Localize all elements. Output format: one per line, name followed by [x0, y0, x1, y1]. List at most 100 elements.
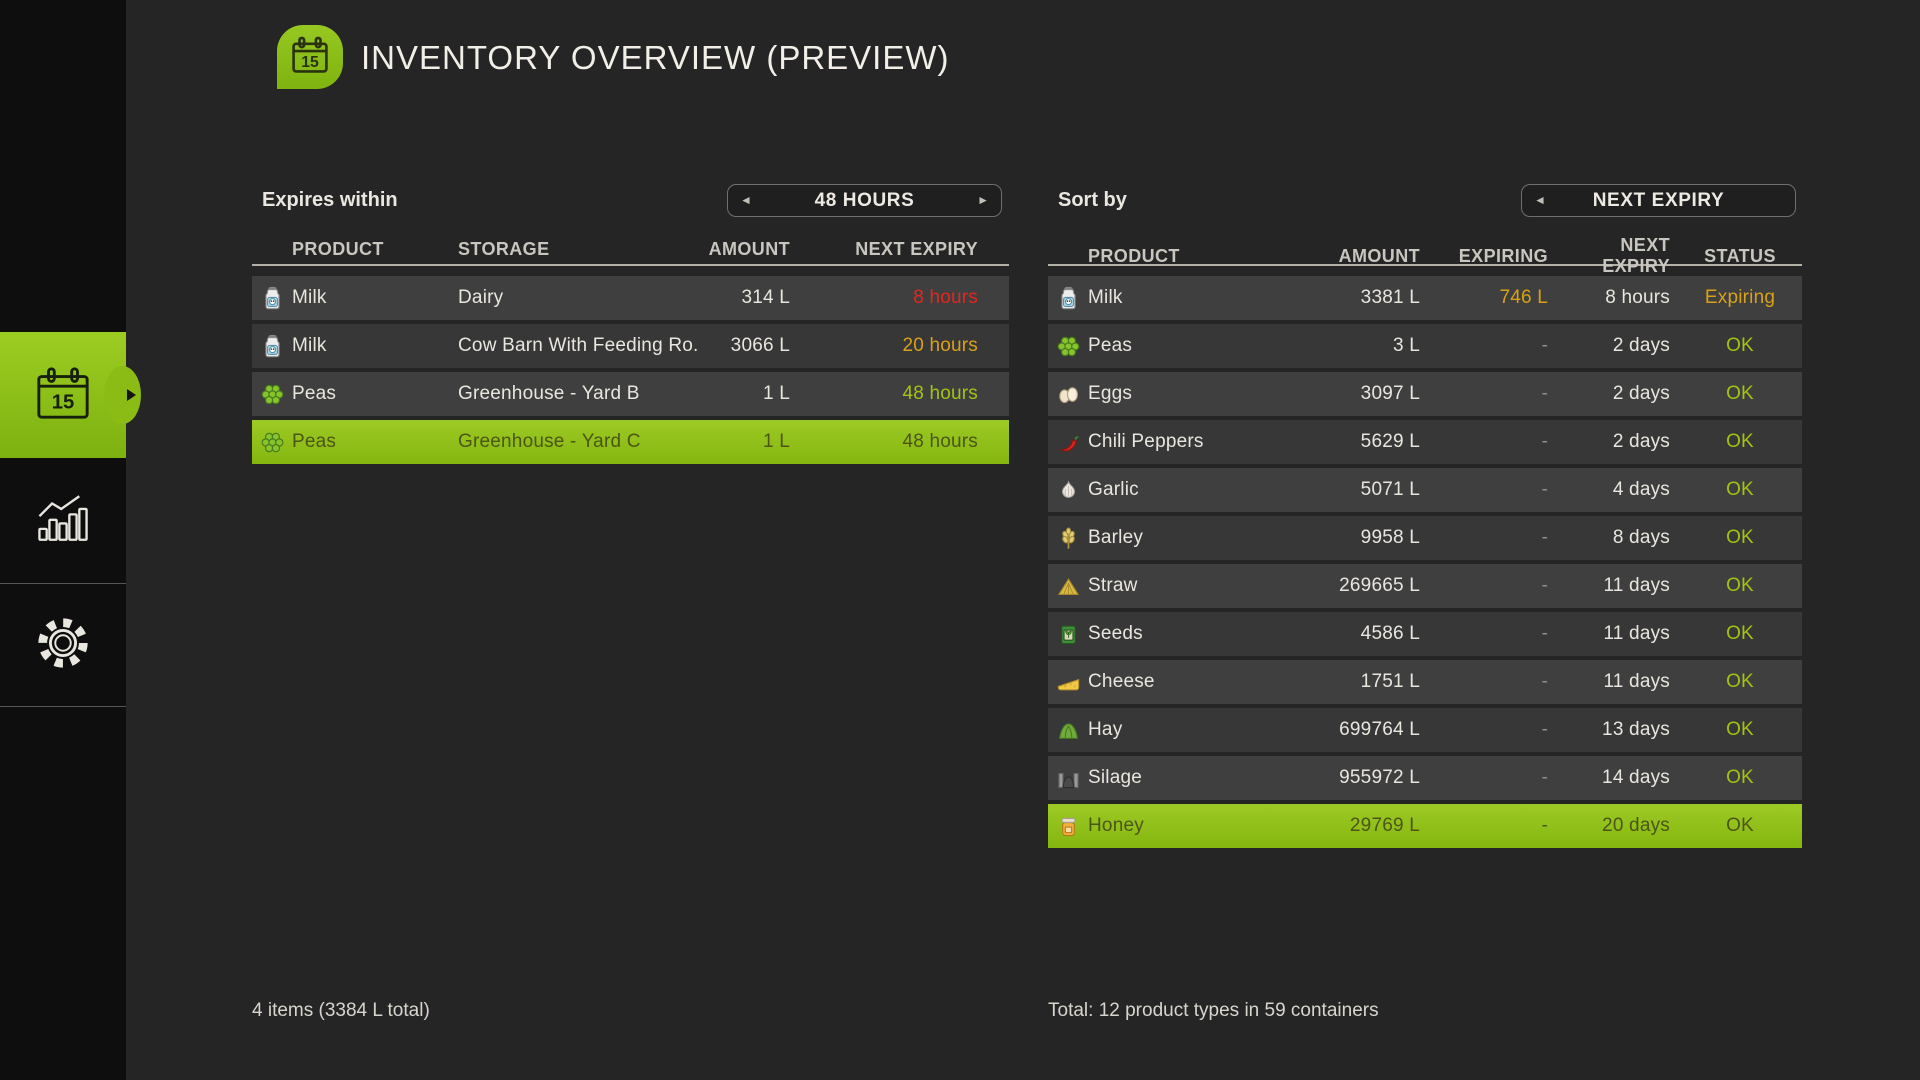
cell-next-expiry: 14 days [1556, 767, 1678, 789]
expires-within-label: Expires within [262, 184, 398, 217]
cell-amount: 955972 L [1280, 767, 1428, 789]
cell-product: Straw [1088, 575, 1280, 597]
cell-status: OK [1678, 383, 1802, 405]
cell-product: Eggs [1088, 383, 1280, 405]
honey-icon [1048, 813, 1088, 840]
right-table-body: Milk3381 L746 L8 hoursExpiringPeas3 L-2 … [1048, 276, 1802, 848]
expires-within-selector[interactable]: ◄ 48 HOURS ► [727, 184, 1002, 217]
cell-product: Peas [292, 431, 458, 453]
cell-expiring: 746 L [1428, 287, 1556, 309]
cell-status: Expiring [1678, 287, 1802, 309]
cell-expiring: - [1428, 431, 1556, 453]
col-expiring: EXPIRING [1428, 246, 1556, 267]
left-table-summary: 4 items (3384 L total) [252, 1000, 430, 1022]
right-table-header: PRODUCT AMOUNT EXPIRING NEXT EXPIRY STAT… [1048, 235, 1802, 266]
col-amount: AMOUNT [1280, 246, 1428, 267]
cell-next-expiry: 2 days [1556, 383, 1678, 405]
col-next-expiry: NEXT EXPIRY [1556, 235, 1678, 277]
sort-by-label: Sort by [1058, 184, 1127, 217]
cell-next-expiry: 13 days [1556, 719, 1678, 741]
cell-product: Silage [1088, 767, 1280, 789]
table-row[interactable]: MilkDairy314 L8 hours [252, 276, 1009, 320]
cell-expiring: - [1428, 671, 1556, 693]
table-row[interactable]: Garlic5071 L-4 daysOK [1048, 468, 1802, 512]
sidebar-item-settings[interactable] [0, 584, 126, 706]
cell-next-expiry: 11 days [1556, 575, 1678, 597]
table-row[interactable]: Eggs3097 L-2 daysOK [1048, 372, 1802, 416]
table-row[interactable]: Milk3381 L746 L8 hoursExpiring [1048, 276, 1802, 320]
cell-expiring: - [1428, 767, 1556, 789]
col-product: PRODUCT [1088, 246, 1280, 267]
straw-icon [1048, 573, 1088, 600]
chevron-left-icon[interactable]: ◄ [740, 185, 752, 216]
sidebar: 15 [0, 0, 126, 1080]
cell-product: Chili Peppers [1088, 431, 1280, 453]
cell-expiring: - [1428, 479, 1556, 501]
cell-product: Peas [292, 383, 458, 405]
cell-expiring: - [1428, 383, 1556, 405]
page-title-icon: 15 [277, 25, 343, 89]
cell-status: OK [1678, 623, 1802, 645]
cell-status: OK [1678, 335, 1802, 357]
cell-status: OK [1678, 431, 1802, 453]
cell-amount: 269665 L [1280, 575, 1428, 597]
cell-storage: Greenhouse - Yard B [458, 383, 698, 405]
table-row[interactable]: Cheese1751 L-11 daysOK [1048, 660, 1802, 704]
cell-next-expiry: 2 days [1556, 431, 1678, 453]
cell-next-expiry: 20 days [1556, 815, 1678, 837]
cell-product: Peas [1088, 335, 1280, 357]
table-row[interactable]: MilkCow Barn With Feeding Ro...3066 L20 … [252, 324, 1009, 368]
cell-next-expiry: 48 hours [798, 383, 1009, 405]
cell-next-expiry: 20 hours [798, 335, 1009, 357]
cell-product: Seeds [1088, 623, 1280, 645]
table-row[interactable]: Seeds4586 L-11 daysOK [1048, 612, 1802, 656]
seeds-icon [1048, 621, 1088, 648]
table-row[interactable]: Chili Peppers5629 L-2 daysOK [1048, 420, 1802, 464]
table-row[interactable]: Honey29769 L-20 daysOK [1048, 804, 1802, 848]
milk-icon [1048, 285, 1088, 312]
cell-amount: 5629 L [1280, 431, 1428, 453]
cell-product: Milk [292, 335, 458, 357]
eggs-icon [1048, 381, 1088, 408]
expiring-items-panel: Expires within ◄ 48 HOURS ► PRODUCT STOR… [252, 184, 1009, 468]
table-row[interactable]: PeasGreenhouse - Yard C1 L48 hours [252, 420, 1009, 464]
peas-icon [1048, 333, 1088, 360]
peas-icon [252, 381, 292, 408]
cell-status: OK [1678, 479, 1802, 501]
product-totals-panel: Sort by ◄ NEXT EXPIRY PRODUCT AMOUNT EXP… [1048, 184, 1802, 852]
cell-next-expiry: 8 hours [1556, 287, 1678, 309]
cell-amount: 3381 L [1280, 287, 1428, 309]
sidebar-item-statistics[interactable] [0, 458, 126, 583]
page-title: INVENTORY OVERVIEW (PREVIEW) [361, 40, 950, 76]
cell-amount: 1751 L [1280, 671, 1428, 693]
cell-product: Milk [292, 287, 458, 309]
cell-product: Hay [1088, 719, 1280, 741]
cell-product: Milk [1088, 287, 1280, 309]
cell-status: OK [1678, 527, 1802, 549]
garlic-icon [1048, 477, 1088, 504]
expires-within-value: 48 HOURS [815, 190, 915, 212]
cell-next-expiry: 48 hours [798, 431, 1009, 453]
cell-amount: 3 L [1280, 335, 1428, 357]
cell-amount: 3066 L [698, 335, 798, 357]
cell-next-expiry: 2 days [1556, 335, 1678, 357]
table-row[interactable]: Straw269665 L-11 daysOK [1048, 564, 1802, 608]
col-status: STATUS [1678, 246, 1802, 267]
peas-icon [252, 429, 292, 456]
table-row[interactable]: Silage955972 L-14 daysOK [1048, 756, 1802, 800]
cell-storage: Greenhouse - Yard C [458, 431, 698, 453]
table-row[interactable]: Barley9958 L-8 daysOK [1048, 516, 1802, 560]
sidebar-item-inventory-overview[interactable]: 15 [0, 332, 126, 458]
cell-next-expiry: 8 hours [798, 287, 1009, 309]
chevron-right-icon[interactable]: ► [977, 185, 989, 216]
col-storage: STORAGE [458, 239, 698, 260]
sort-by-selector[interactable]: ◄ NEXT EXPIRY [1521, 184, 1796, 217]
table-row[interactable]: Hay699764 L-13 daysOK [1048, 708, 1802, 752]
cell-product: Honey [1088, 815, 1280, 837]
cell-expiring: - [1428, 575, 1556, 597]
cell-storage: Cow Barn With Feeding Ro... [458, 335, 698, 357]
chevron-left-icon[interactable]: ◄ [1534, 185, 1546, 216]
cell-amount: 9958 L [1280, 527, 1428, 549]
table-row[interactable]: PeasGreenhouse - Yard B1 L48 hours [252, 372, 1009, 416]
table-row[interactable]: Peas3 L-2 daysOK [1048, 324, 1802, 368]
